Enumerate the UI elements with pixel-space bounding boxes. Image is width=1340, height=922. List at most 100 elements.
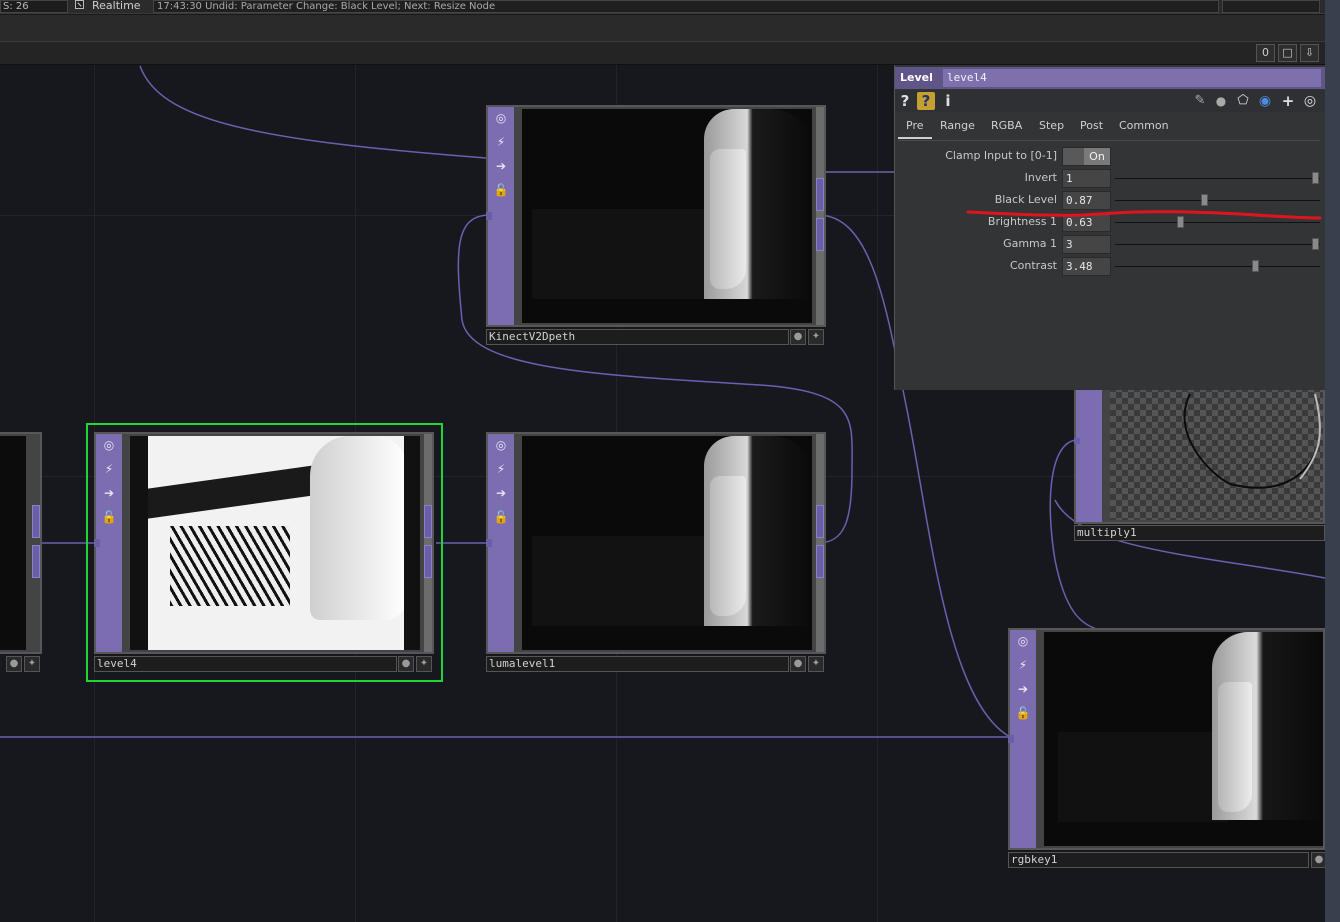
output-connector[interactable] [424, 545, 432, 578]
edit-icon[interactable]: ✎ [1191, 92, 1209, 110]
node-output-strip [816, 107, 824, 325]
display-flag-icon[interactable]: ➔ [492, 157, 510, 175]
node-offscreen-left[interactable]: ● ✦ [0, 432, 42, 672]
input-connector[interactable] [1074, 438, 1080, 444]
lock-icon[interactable]: 🔓 [492, 508, 510, 526]
parameter-panel: Level level4 ? ? i ✎ ● ⬠ ◉ + ◎ Pre Range… [894, 65, 1325, 390]
comment-icon[interactable]: ● [1212, 92, 1230, 110]
bypass-icon[interactable]: ⚡ [492, 133, 510, 151]
node-color-icon[interactable]: ● [6, 656, 22, 672]
add-icon[interactable]: + [1279, 92, 1297, 110]
node-expand-icon[interactable]: ✦ [24, 656, 40, 672]
op-type-label: Level [900, 71, 933, 84]
tab-rgba[interactable]: RGBA [991, 119, 1022, 132]
clone-icon[interactable]: ⬠ [1234, 92, 1252, 110]
node-viewer [0, 436, 26, 650]
node-level4[interactable]: ◎ ⚡ ➔ 🔓 level4 ● ✦ [94, 432, 434, 672]
display-flag-icon[interactable]: ➔ [100, 484, 118, 502]
lock-icon[interactable]: 🔓 [492, 181, 510, 199]
output-connector[interactable] [424, 505, 432, 538]
python-icon[interactable]: ◉ [1256, 92, 1274, 110]
node-multiply1[interactable]: multiply1 [1074, 370, 1325, 542]
node-viewer [522, 109, 812, 323]
invert-value-field[interactable]: 1 [1062, 169, 1111, 188]
contrast-value-field[interactable]: 3.48 [1062, 257, 1111, 276]
node-name[interactable]: rgbkey1 [1008, 852, 1309, 868]
toggle-state: On [1084, 148, 1110, 165]
slider-handle[interactable] [1312, 172, 1319, 184]
input-connector[interactable] [1008, 735, 1014, 743]
param-label: Clamp Input to [0-1] [945, 149, 1057, 162]
param-row-gamma: Gamma 1 3 [895, 234, 1325, 254]
input-connector[interactable] [486, 212, 492, 220]
display-flag-icon[interactable]: ➔ [492, 484, 510, 502]
output-connector[interactable] [816, 545, 824, 578]
node-expand-icon[interactable]: ✦ [416, 656, 432, 672]
param-label: Gamma 1 [1003, 237, 1057, 250]
black-level-value-field[interactable]: 0.87 [1062, 191, 1111, 210]
bypass-icon[interactable]: ⚡ [492, 460, 510, 478]
node-side-strip [1076, 372, 1102, 522]
tab-step[interactable]: Step [1039, 119, 1064, 132]
output-connector[interactable] [32, 545, 40, 578]
node-lumalevel1[interactable]: ◎ ⚡ ➔ 🔓 lumalevel1 ● ✦ [486, 432, 826, 672]
lock-icon[interactable]: 🔓 [100, 508, 118, 526]
node-rgbkey1[interactable]: ◎ ⚡ ➔ 🔓 rgbkey1 ● [1008, 628, 1327, 868]
tab-pre[interactable]: Pre [906, 119, 924, 132]
bypass-icon[interactable]: ⚡ [1014, 656, 1032, 674]
python-help-icon[interactable]: ? [917, 92, 935, 110]
tab-range[interactable]: Range [940, 119, 975, 132]
node-expand-icon[interactable]: ✦ [808, 329, 824, 345]
target-icon[interactable]: ◎ [1301, 92, 1319, 110]
help-icon[interactable]: ? [896, 92, 914, 110]
input-connector[interactable] [486, 539, 492, 547]
info-icon[interactable]: i [939, 92, 957, 110]
slider-track[interactable] [1115, 244, 1320, 245]
op-name-field[interactable]: level4 [943, 69, 1321, 87]
node-output-strip [816, 434, 824, 652]
right-scrollbar[interactable] [1325, 0, 1340, 922]
node-name[interactable]: KinectV2Dpeth [486, 329, 789, 345]
param-title-bar: Level level4 [895, 67, 1325, 89]
slider-track[interactable] [1115, 266, 1320, 267]
lock-icon[interactable]: 🔓 [1014, 704, 1032, 722]
param-row-clamp: Clamp Input to [0-1] On [895, 146, 1325, 166]
node-expand-icon[interactable]: ✦ [808, 656, 824, 672]
node-color-icon[interactable]: ● [790, 329, 806, 345]
active-tab-underline [898, 137, 932, 139]
bypass-icon[interactable]: ⚡ [100, 460, 118, 478]
display-flag-icon[interactable]: ➔ [1014, 680, 1032, 698]
viewer-icon[interactable]: ◎ [100, 436, 118, 454]
output-connector[interactable] [816, 178, 824, 211]
node-color-icon[interactable]: ● [790, 656, 806, 672]
output-connector[interactable] [816, 505, 824, 538]
viewer-icon[interactable]: ◎ [492, 436, 510, 454]
param-label: Black Level [994, 193, 1057, 206]
slider-handle[interactable] [1312, 238, 1319, 250]
brightness-value-field[interactable]: 0.63 [1062, 213, 1111, 232]
node-kinectv2dpeth[interactable]: ◎ ⚡ ➔ 🔓 KinectV2Dpeth ● ✦ [486, 105, 826, 345]
param-icon-bar: ? ? i ✎ ● ⬠ ◉ + ◎ [895, 90, 1325, 112]
output-connector[interactable] [816, 218, 824, 251]
slider-handle[interactable] [1201, 194, 1208, 206]
slider-handle[interactable] [1177, 216, 1184, 228]
node-viewer [130, 436, 420, 650]
node-name[interactable]: lumalevel1 [486, 656, 789, 672]
tab-post[interactable]: Post [1080, 119, 1103, 132]
clamp-toggle[interactable]: On [1062, 147, 1111, 166]
input-connector[interactable] [94, 539, 100, 547]
viewer-icon[interactable]: ◎ [1014, 632, 1032, 650]
node-viewer [1044, 632, 1323, 846]
viewer-icon[interactable]: ◎ [492, 109, 510, 127]
node-color-icon[interactable]: ● [398, 656, 414, 672]
slider-track[interactable] [1115, 178, 1320, 179]
slider-handle[interactable] [1252, 260, 1259, 272]
gamma-value-field[interactable]: 3 [1062, 235, 1111, 254]
node-name[interactable]: multiply1 [1074, 525, 1325, 541]
slider-track[interactable] [1115, 200, 1320, 201]
output-connector[interactable] [32, 505, 40, 538]
param-row-invert: Invert 1 [895, 168, 1325, 188]
node-name[interactable]: level4 [94, 656, 397, 672]
tab-common[interactable]: Common [1119, 119, 1169, 132]
slider-track[interactable] [1115, 222, 1320, 223]
